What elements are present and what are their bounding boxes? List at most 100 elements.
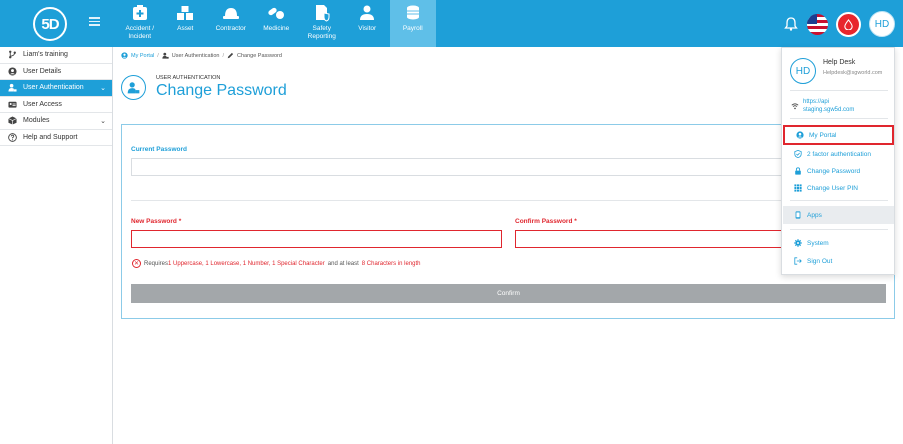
logo[interactable]: 5D: [33, 7, 67, 41]
page-title: Change Password: [156, 82, 287, 99]
menu-item-label: Change User PIN: [807, 184, 858, 192]
user-circle-icon: [796, 131, 804, 139]
error-x-icon: ✕: [132, 259, 141, 268]
menu-item-apps[interactable]: Apps: [783, 206, 894, 224]
sidebar-item-help-and-support[interactable]: Help and Support: [0, 130, 112, 146]
question-icon: [8, 132, 17, 142]
module-label: Medicine: [263, 25, 290, 32]
user-lock-icon: [162, 52, 169, 59]
module-nav: Accident / Incident Asset Contractor Med…: [117, 0, 436, 47]
menu-item-sign-out[interactable]: Sign Out: [783, 253, 894, 269]
visitor-icon: [360, 5, 375, 20]
sidebar-item-label: User Access: [23, 100, 62, 108]
menu-item-label: Apps: [807, 211, 822, 219]
breadcrumb: My Portal / User Authentication / Change…: [121, 52, 282, 59]
accident-icon: [132, 5, 147, 20]
header-actions: HD: [783, 7, 895, 41]
user-lock-icon: [121, 75, 146, 100]
confirm-button[interactable]: Confirm: [131, 284, 886, 303]
user-lock-icon: [8, 84, 17, 92]
breadcrumb-change-password: Change Password: [237, 52, 282, 59]
module-safety-reporting[interactable]: Safety Reporting: [299, 0, 345, 47]
drop-icon[interactable]: [836, 11, 861, 37]
menu-item-change-password[interactable]: Change Password: [783, 163, 894, 179]
page-header: USER AUTHENTICATION Change Password: [121, 75, 287, 100]
requires-mid: and at least: [327, 260, 359, 267]
module-visitor[interactable]: Visitor: [345, 0, 391, 47]
profile-email: Helpdesk@sgworld.com: [823, 70, 883, 76]
divider: [131, 200, 886, 201]
sidebar-item-user-authentication[interactable]: User Authentication ⌄: [0, 80, 112, 97]
confirm-password-label: Confirm Password *: [515, 218, 577, 225]
requires-length: 8 Characters in length: [361, 260, 421, 267]
user-avatar-button[interactable]: HD: [869, 11, 895, 37]
sidebar-item-label: User Authentication: [23, 84, 84, 92]
module-payroll[interactable]: Payroll: [390, 0, 436, 47]
module-label: Contractor: [215, 25, 246, 32]
api-line-1: https://api: [803, 99, 830, 105]
avatar: HD: [790, 58, 816, 84]
breadcrumb-my-portal[interactable]: My Portal: [131, 53, 154, 59]
pills-icon: [268, 7, 285, 19]
module-medicine[interactable]: Medicine: [254, 0, 300, 47]
sign-out-icon: [794, 257, 802, 265]
menu-item-label: System: [807, 239, 829, 247]
page-kicker: USER AUTHENTICATION: [156, 75, 221, 81]
user-circle-icon: [8, 67, 17, 76]
divider: [790, 229, 888, 230]
change-password-form: Current Password New Password * Confirm …: [121, 124, 895, 319]
module-label: Safety Reporting: [307, 25, 336, 40]
menu-item-change-user-pin[interactable]: Change User PIN: [783, 180, 894, 196]
sidebar-item-user-access[interactable]: User Access: [0, 97, 112, 113]
module-asset[interactable]: Asset: [163, 0, 209, 47]
divider: [790, 200, 888, 201]
pencil-icon: [227, 52, 234, 59]
coins-icon: [406, 5, 419, 20]
sidebar-item-label: User Details: [23, 67, 62, 75]
wifi-icon: [791, 103, 799, 110]
user-circle-icon: [121, 52, 128, 59]
module-label: Asset: [177, 25, 194, 32]
sidebar-item-label: Liam's training: [23, 51, 68, 59]
asset-icon: [177, 6, 194, 20]
current-password-field[interactable]: [131, 158, 886, 176]
module-label: Visitor: [358, 25, 377, 32]
password-requirements: ✕ Requires 1 Uppercase, 1 Lowercase, 1 N…: [132, 259, 421, 268]
logo-area: 5D: [0, 0, 112, 47]
chevron-down-icon: ⌄: [100, 84, 106, 92]
requires-prefix: Requires: [144, 260, 169, 267]
menu-item-label: Sign Out: [807, 257, 833, 265]
hamburger-menu-icon[interactable]: [89, 17, 100, 26]
requires-rules: 1 Uppercase, 1 Lowercase, 1 Number, 1 Sp…: [168, 260, 325, 267]
module-contractor[interactable]: Contractor: [208, 0, 254, 47]
box-icon: [8, 116, 17, 125]
safety-report-icon: [315, 5, 330, 22]
sidebar-item-user-details[interactable]: User Details: [0, 64, 112, 80]
api-line-2: staging.sgw5d.com: [803, 107, 855, 113]
profile-name: Help Desk: [823, 59, 856, 66]
new-password-label: New Password *: [131, 218, 182, 225]
module-label: Payroll: [402, 25, 423, 32]
gear-icon: [794, 239, 802, 247]
chevron-down-icon: ⌄: [100, 117, 106, 125]
menu-item-2fa[interactable]: 2 factor authentication: [783, 146, 894, 162]
shield-check-icon: [794, 150, 802, 158]
profile-dropdown-menu: HD Help Desk Helpdesk@sgworld.com https:…: [781, 47, 895, 275]
breadcrumb-user-authentication[interactable]: User Authentication: [172, 53, 220, 59]
new-password-field[interactable]: [131, 230, 502, 248]
mobile-icon: [795, 211, 801, 219]
api-endpoint: https://api staging.sgw5d.com: [791, 98, 854, 114]
menu-item-my-portal[interactable]: My Portal: [783, 125, 894, 145]
sidebar-item-liams-training[interactable]: Liam's training: [0, 47, 112, 64]
module-accident-incident[interactable]: Accident / Incident: [117, 0, 163, 47]
branch-icon: [9, 50, 16, 59]
divider: [790, 118, 888, 119]
lock-icon: [795, 167, 801, 175]
menu-item-label: My Portal: [809, 131, 837, 139]
menu-item-label: Change Password: [807, 167, 861, 175]
keypad-icon: [794, 184, 802, 192]
us-flag-icon[interactable]: [807, 13, 828, 35]
bell-icon[interactable]: [783, 16, 799, 32]
menu-item-system[interactable]: System: [783, 235, 894, 251]
sidebar-item-modules[interactable]: Modules ⌄: [0, 113, 112, 130]
